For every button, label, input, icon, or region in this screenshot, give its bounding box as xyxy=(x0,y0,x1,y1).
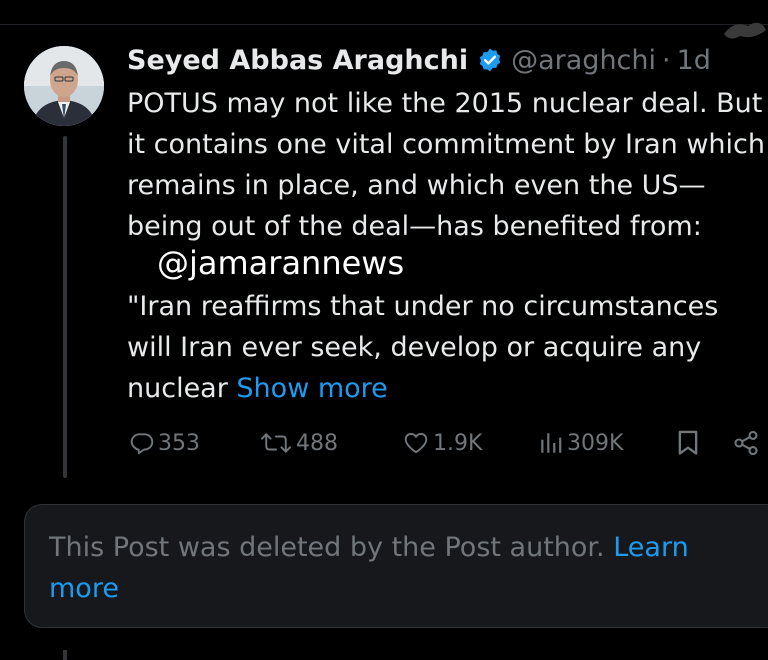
quote-last-text: nuclear xyxy=(127,373,237,404)
post-quote-text: "Iran reaffirms that under no circumstan… xyxy=(127,286,768,409)
repost-icon xyxy=(260,433,292,453)
author-avatar[interactable] xyxy=(24,46,104,126)
learn-more-word2: more xyxy=(49,573,119,604)
like-count: 1.9K xyxy=(433,430,483,456)
post-text-line: remains in place, and which even the US— xyxy=(127,170,706,201)
author-handle[interactable]: @araghchi xyxy=(511,45,656,76)
author-name[interactable]: Seyed Abbas Araghchi xyxy=(127,45,468,76)
post-actions: 353 488 1.9K 309K xyxy=(127,423,768,463)
show-more-link[interactable]: Show more xyxy=(236,373,387,404)
deleted-notice-text: This Post was deleted by the Post author… xyxy=(49,527,749,609)
quote-line: will Iran ever seek, develop or acquire … xyxy=(127,332,702,363)
like-button[interactable]: 1.9K xyxy=(402,423,482,463)
repost-button[interactable]: 488 xyxy=(259,423,338,463)
thread-connector xyxy=(63,136,67,478)
post-text: POTUS may not like the 2015 nuclear deal… xyxy=(127,83,768,247)
views-count: 309K xyxy=(567,430,624,456)
like-icon xyxy=(404,432,428,454)
thread-connector-bottom xyxy=(63,650,67,660)
reply-count: 353 xyxy=(158,430,200,456)
bookmark-icon xyxy=(678,430,698,455)
quote-line-last: nuclear Show more xyxy=(127,368,768,409)
views-icon xyxy=(541,433,562,453)
post-timestamp[interactable]: 1d xyxy=(677,45,711,76)
post-text-line: it contains one vital commitment by Iran… xyxy=(127,129,765,160)
header-separator: · xyxy=(662,44,671,76)
learn-more-word1: Learn xyxy=(613,532,689,563)
watermark-text: @jamarannews xyxy=(157,244,405,282)
reply-icon xyxy=(130,433,154,455)
top-divider xyxy=(0,24,768,25)
post-header: Seyed Abbas Araghchi @araghchi · 1d xyxy=(127,40,711,80)
corner-artifact xyxy=(724,22,766,39)
share-icon xyxy=(734,430,758,456)
views-button[interactable]: 309K xyxy=(538,423,623,463)
repost-count: 488 xyxy=(296,430,338,456)
deleted-notice-message: This Post was deleted by the Post author… xyxy=(49,532,614,563)
post-text-line: being out of the deal—has benefited from… xyxy=(127,211,702,242)
post-text-line: POTUS may not like the 2015 nuclear deal… xyxy=(127,88,763,119)
verified-badge-icon xyxy=(479,48,501,72)
bookmark-button[interactable] xyxy=(676,423,700,463)
quote-line: "Iran reaffirms that under no circumstan… xyxy=(127,291,719,322)
avatar-image xyxy=(24,46,104,126)
deleted-post-notice: This Post was deleted by the Post author… xyxy=(24,504,768,628)
reply-button[interactable]: 353 xyxy=(129,423,200,463)
share-button[interactable] xyxy=(732,423,760,463)
